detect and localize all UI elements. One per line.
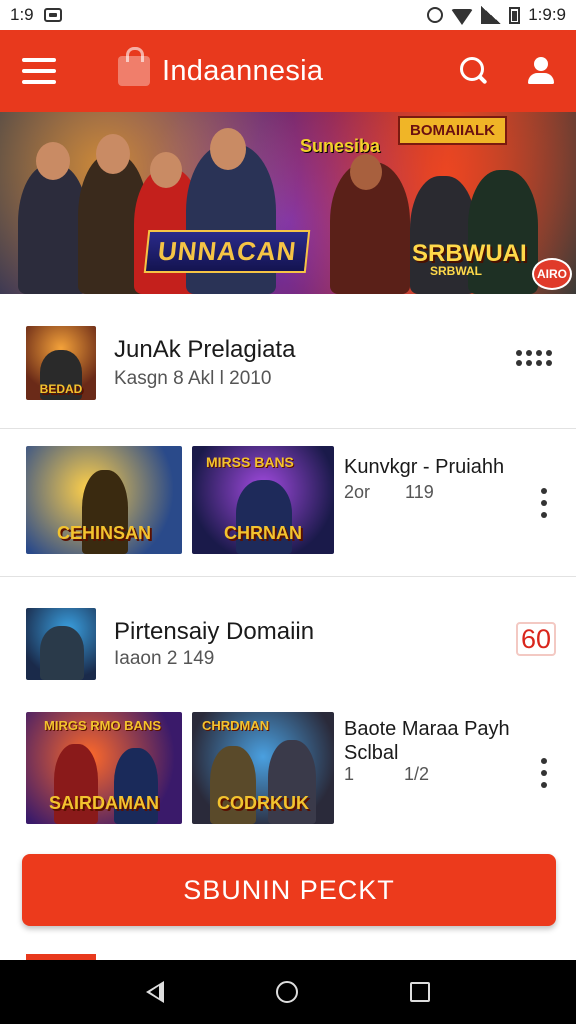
notification-app-icon (43, 8, 62, 22)
account-icon[interactable] (528, 57, 554, 85)
primary-cta-button[interactable]: SBUNIN PECKT (22, 854, 556, 926)
app-bar-actions (460, 57, 554, 85)
section1-subtitle: Kasgn 8 Akl l 2010 (114, 368, 272, 389)
item2-thumb-b-top: CHRDMAN (202, 718, 270, 733)
recents-icon[interactable] (410, 982, 430, 1002)
item1-thumb-a-caption: CEHINSAN (56, 523, 151, 543)
count-badge: 60 (516, 622, 557, 656)
item2-title-line2[interactable]: Sclbal (344, 742, 398, 765)
app-bar: Indaannesia (0, 30, 576, 112)
back-icon[interactable] (146, 981, 164, 1003)
section2-title[interactable]: Pirtensaiy Domaiin (114, 618, 314, 646)
banner-hero-5-head (350, 154, 382, 190)
item1-meta: 2or 119 (344, 482, 434, 502)
apps-dots-icon[interactable] (516, 350, 552, 366)
battery-icon (509, 6, 521, 24)
status-time: 1:9 (10, 5, 34, 24)
item1-title[interactable]: Kunvkgr - Pruiahh (344, 456, 504, 479)
status-bar: 1:9 1:9:9 (0, 0, 576, 30)
item2-thumb-a-top: MIRGS RMO BANS (44, 718, 161, 733)
banner-panel: BOMAIIALK (398, 116, 507, 145)
signal-icon (481, 6, 502, 24)
search-icon[interactable] (460, 57, 488, 85)
promo-banner[interactable]: Sunesiba BOMAIIALK UNNACAN SRBWUAI SRBWA… (0, 112, 576, 294)
item2-thumbnail-b[interactable]: CHRDMAN CODRKUK (192, 712, 334, 824)
banner-hero-2-head (96, 134, 130, 174)
section1-title[interactable]: JunAk Prelagiata (114, 336, 295, 364)
banner-badge: AIRO (532, 258, 572, 290)
divider (0, 428, 576, 429)
banner-subtitle: SRBWAL (430, 264, 482, 278)
item2-title-line1[interactable]: Baote Maraa Payh (344, 718, 510, 741)
banner-hero-1-head (36, 142, 70, 180)
section1-thumb-caption: BEDAD (39, 382, 83, 396)
section2-subtitle: Iaaon 2 149 (114, 648, 215, 669)
wifi-icon (451, 9, 474, 25)
more-vert-icon[interactable] (540, 758, 548, 788)
alarm-icon (427, 7, 444, 23)
item1-thumb-b-caption: CHRNAN (224, 523, 302, 543)
banner-badge-label: AIRO (537, 267, 567, 281)
section2-thumb-figure (40, 626, 84, 680)
menu-icon[interactable] (22, 58, 56, 84)
item2-meta: 1 1/2 (344, 764, 430, 784)
item1-thumb-b-top: MIRSS BANS (206, 454, 294, 470)
system-nav-bar (0, 960, 576, 1024)
section2-thumbnail[interactable] (26, 608, 96, 680)
item2-thumb-b-caption: CODRKUK (217, 793, 309, 813)
banner-hero-4-head (210, 128, 246, 170)
status-left: 1:9 (10, 5, 62, 25)
status-right: 1:9:9 (427, 5, 566, 25)
banner-hero-3-head (150, 152, 182, 188)
brand[interactable]: Indaannesia (118, 47, 324, 88)
home-icon[interactable] (276, 981, 298, 1003)
banner-logo: UNNACAN (143, 230, 311, 273)
item2-thumbnail-a[interactable]: MIRGS RMO BANS SAIRDAMAN (26, 712, 182, 824)
lock-icon (118, 47, 150, 86)
divider (0, 576, 576, 577)
more-vert-icon[interactable] (540, 488, 548, 518)
app-title: Indaannesia (162, 54, 324, 87)
item2-thumb-a-caption: SAIRDAMAN (49, 793, 159, 813)
banner-headline: Sunesiba (300, 136, 381, 156)
item1-thumbnail-b[interactable]: MIRSS BANS CHRNAN (192, 446, 334, 554)
item1-thumbnail-a[interactable]: CEHINSAN (26, 446, 182, 554)
status-clock: 1:9:9 (528, 5, 566, 24)
section1-thumbnail[interactable]: BEDAD (26, 326, 96, 400)
